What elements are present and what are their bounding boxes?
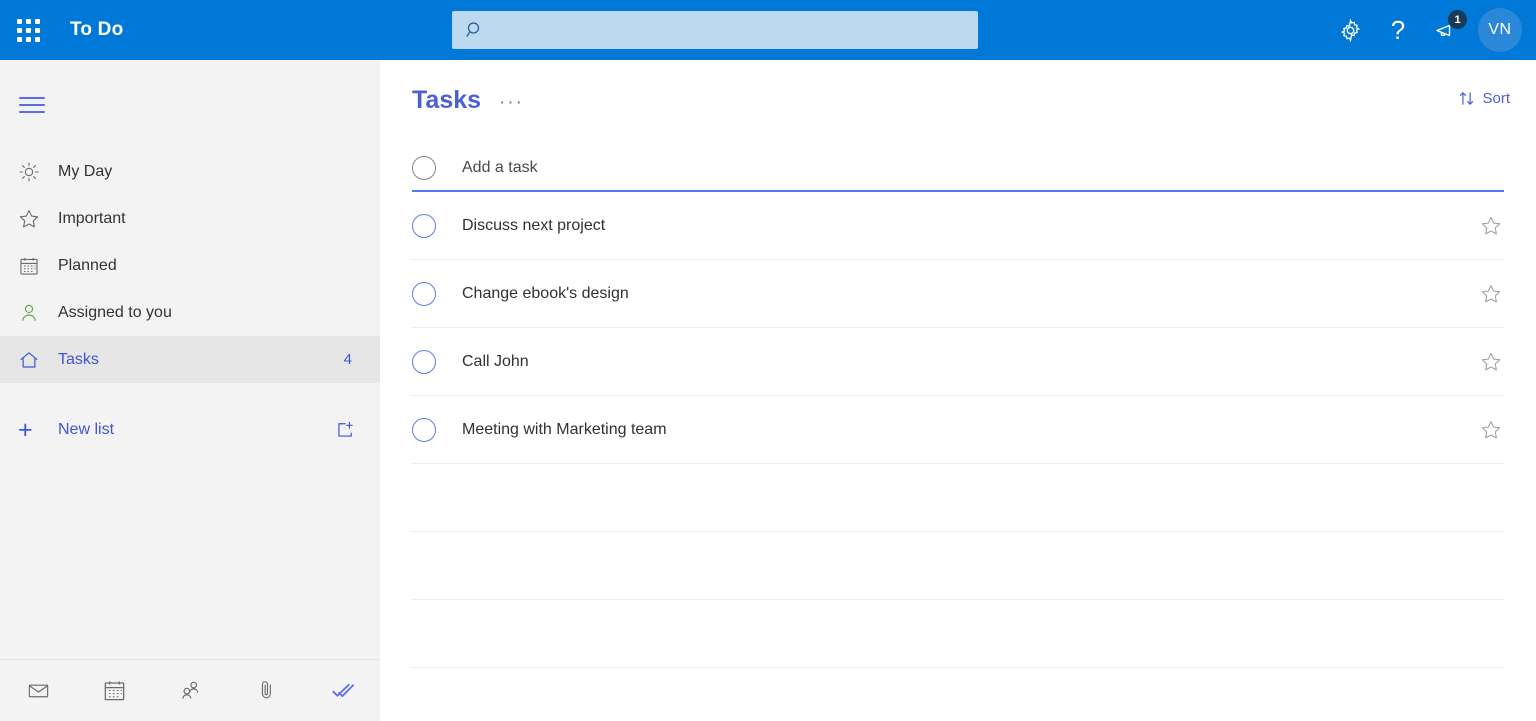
task-complete-circle-icon[interactable] [412,213,436,238]
sun-icon [18,161,48,183]
sidebar-item-label: My Day [58,162,113,180]
star-icon [18,208,48,230]
task-complete-circle-icon[interactable] [412,349,436,374]
task-important-star-icon[interactable] [1480,351,1502,373]
todo-app-button[interactable] [304,660,380,721]
sidebar-nav-list: My Day Important Planned Assigned to you… [0,148,380,383]
sidebar-item-label: Tasks [58,350,99,368]
new-list-label: New list [58,421,115,438]
sidebar-item-my-day[interactable]: My Day [0,148,380,195]
menu-toggle-button[interactable] [4,82,60,128]
todo-checkmark-icon [331,683,354,697]
list-options-button[interactable]: ··· [499,93,524,112]
list-item-placeholder [412,464,1504,532]
search-box[interactable] [452,11,978,49]
home-icon [18,349,48,371]
header-actions: ? 1 VN [1326,0,1536,60]
search-icon [466,21,484,39]
sidebar-item-label: Planned [58,256,117,274]
task-title: Change ebook's design [462,284,629,302]
settings-button[interactable] [1326,6,1374,54]
sort-arrows-icon [1460,92,1474,105]
add-task-circle-icon[interactable] [412,156,436,180]
list-item-placeholder [412,600,1504,668]
question-mark-icon: ? [1390,15,1406,45]
task-complete-circle-icon[interactable] [412,417,436,442]
sort-label: Sort [1482,90,1510,107]
sidebar-item-planned[interactable]: Planned [0,242,380,289]
app-launcher-button[interactable] [0,0,56,60]
sidebar-item-count: 4 [343,351,352,368]
list-item-placeholder [412,532,1504,600]
task-important-star-icon[interactable] [1480,419,1502,441]
help-button[interactable]: ? [1374,6,1422,54]
person-icon [18,302,48,324]
task-title: Meeting with Marketing team [462,420,667,438]
brand-title[interactable]: To Do [70,19,123,41]
mail-app-button[interactable] [0,660,76,721]
files-app-button[interactable] [228,660,304,721]
add-task-row[interactable] [412,146,1504,192]
search-input[interactable] [484,22,978,38]
sidebar-item-assigned-to-you[interactable]: Assigned to you [0,289,380,336]
sidebar: My Day Important Planned Assigned to you… [0,60,380,721]
plus-icon: + [18,415,33,444]
table-row[interactable]: Call John [412,328,1504,396]
new-group-icon [338,421,353,437]
sidebar-item-label: Important [58,209,126,227]
notification-badge: 1 [1448,10,1467,29]
sort-button[interactable]: Sort [1458,90,1510,107]
todo-app: To Do ? 1 VN My Day Important Planned As… [0,0,1536,721]
table-row[interactable]: Discuss next project [412,192,1504,260]
sidebar-item-tasks[interactable]: Tasks 4 [0,336,380,383]
sidebar-item-important[interactable]: Important [0,195,380,242]
people-app-button[interactable] [152,660,228,721]
add-task-input[interactable] [462,159,1504,177]
app-switcher-bar [0,659,380,721]
calendar-app-button[interactable] [76,660,152,721]
gear-icon [1340,18,1360,42]
task-important-star-icon[interactable] [1480,283,1502,305]
task-list: Discuss next project Change ebook's desi… [412,192,1504,668]
page-title: Tasks [412,85,482,114]
list-header: Tasks ··· Sort [380,60,1536,122]
table-row[interactable]: Meeting with Marketing team [412,396,1504,464]
task-complete-circle-icon[interactable] [412,281,436,306]
people-icon [181,681,198,699]
task-title: Discuss next project [462,216,606,234]
calendar-icon [18,255,48,277]
hamburger-icon [19,97,45,113]
app-launcher-icon [16,18,40,42]
attachment-icon [261,681,271,699]
feedback-button[interactable]: 1 [1422,6,1470,54]
task-important-star-icon[interactable] [1480,215,1502,237]
calendar-icon [104,681,124,701]
avatar[interactable]: VN [1478,8,1522,52]
app-header: To Do ? 1 VN [0,0,1536,60]
task-title: Call John [462,352,529,370]
new-group-button[interactable] [334,419,356,441]
main-content: Tasks ··· Sort Discuss next project [380,60,1536,721]
sidebar-item-label: Assigned to you [58,303,172,321]
table-row[interactable]: Change ebook's design [412,260,1504,328]
mail-icon [28,684,48,698]
new-list-button[interactable]: + New list [0,405,380,455]
